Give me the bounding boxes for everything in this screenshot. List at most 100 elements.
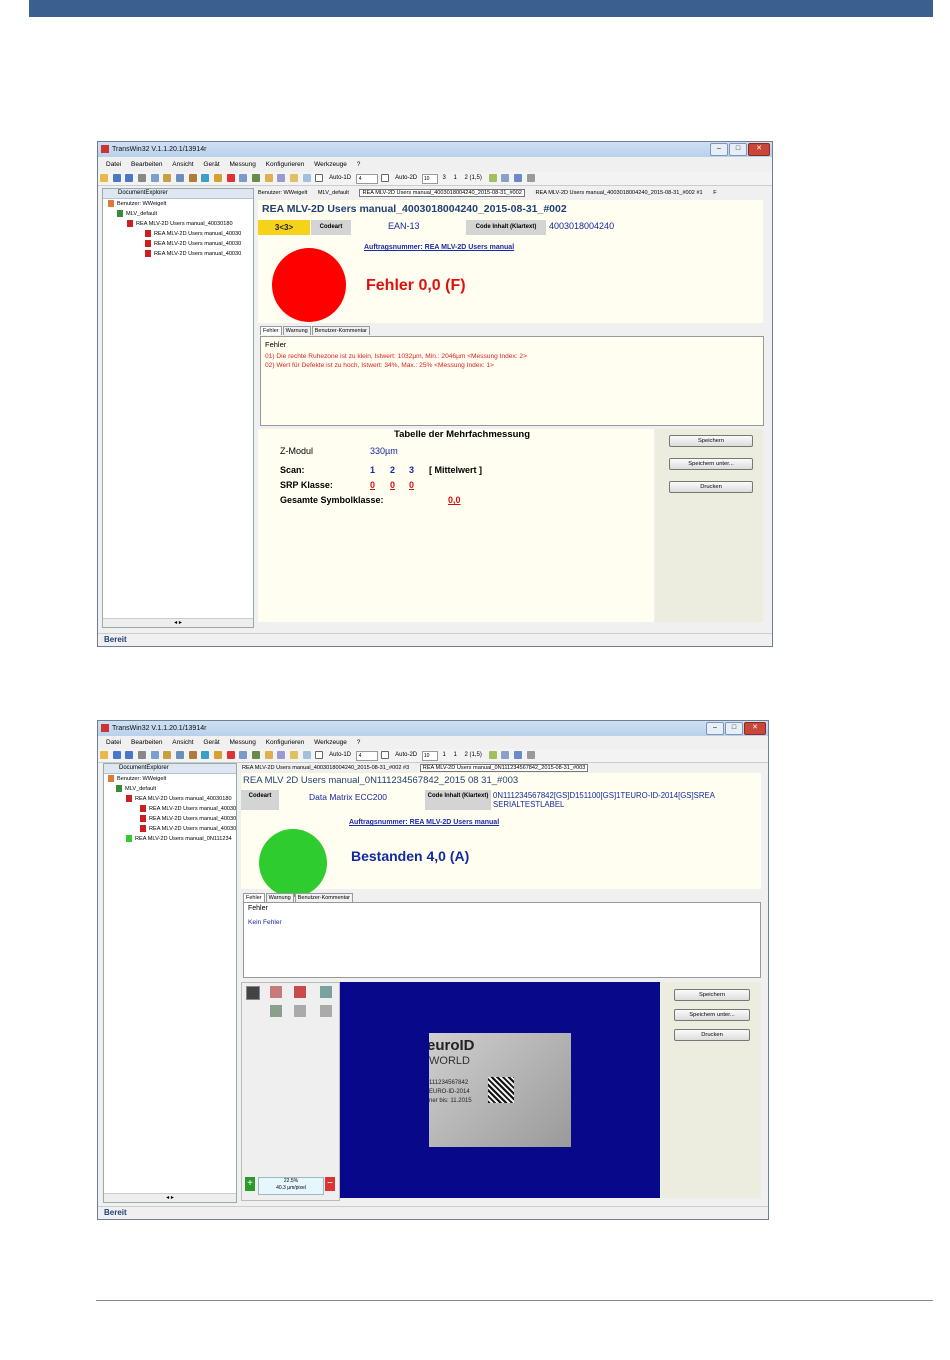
config-icon[interactable] (214, 174, 223, 182)
aperture-select[interactable]: 2 (1,5) (465, 172, 482, 185)
select-icon[interactable] (270, 1005, 282, 1017)
grid-icon[interactable] (239, 174, 248, 182)
folder-icon[interactable] (264, 751, 273, 759)
drucken-button[interactable]: Drucken (669, 481, 753, 493)
grid-overlay-icon[interactable] (294, 986, 306, 998)
auto1d-select[interactable]: 4 (355, 751, 378, 761)
menu-konfigurieren[interactable]: Konfigurieren (266, 739, 305, 746)
save-all-icon[interactable] (125, 751, 134, 759)
tab-document-1[interactable]: REA MLV-2D Users manual_4003018004240_20… (535, 190, 702, 196)
layout-icon[interactable] (501, 751, 510, 759)
auto2d-checkbox[interactable] (381, 174, 390, 182)
rotate-icon[interactable] (320, 986, 332, 998)
wand-icon[interactable] (290, 174, 299, 182)
measure-icon[interactable] (163, 751, 172, 759)
drucken-button[interactable]: Drucken (674, 1029, 750, 1041)
auto2d-checkbox[interactable] (381, 751, 390, 759)
settings-icon[interactable] (526, 751, 535, 759)
menu-messung[interactable]: Messung (229, 161, 255, 168)
menu-messung[interactable]: Messung (229, 739, 255, 746)
grid-icon[interactable] (239, 751, 248, 759)
tree-node-measurement[interactable]: REA MLV-2D Users manual_40030 (104, 814, 236, 824)
tree-node-measurement[interactable]: REA MLV-2D Users manual_40030 (103, 239, 253, 249)
menu-datei[interactable]: Datei (106, 739, 121, 746)
menu-bearbeiten[interactable]: Bearbeiten (131, 739, 162, 746)
maximize-button[interactable]: □ (729, 143, 747, 156)
tree-node-user[interactable]: Benutzer: WWeigelt (104, 774, 236, 784)
print-icon[interactable] (138, 174, 147, 182)
fit-icon[interactable] (246, 986, 260, 1000)
stop-icon[interactable] (226, 174, 235, 182)
value-field-a[interactable]: 3 (442, 172, 445, 185)
auto1d-checkbox[interactable] (315, 751, 324, 759)
tool-icon[interactable] (277, 751, 286, 759)
zoom-in-button[interactable]: + (245, 1177, 255, 1191)
speichern-unter-button[interactable]: Speichern unter... (674, 1009, 750, 1021)
scan-count-spinner[interactable]: 10 (421, 751, 438, 761)
tab-profile[interactable]: MLV_default (318, 190, 349, 196)
folder-icon[interactable] (264, 174, 273, 182)
menu-ansicht[interactable]: Ansicht (172, 161, 193, 168)
explorer-scrollbar[interactable]: ◂ ▸ (103, 618, 253, 627)
chart-icon[interactable] (302, 174, 311, 182)
tab-document-active[interactable]: REA MLV-2D Users manual_0N111234567842_2… (419, 764, 589, 772)
zoom-icon[interactable] (150, 174, 159, 182)
order-number-link[interactable]: Auftragsnummer: REA MLV-2D Users manual (364, 244, 514, 251)
tab-benutzer-kommentar[interactable]: Benutzer-Kommentar (294, 893, 353, 902)
speichern-unter-button[interactable]: Speichern unter... (669, 458, 753, 470)
menu-werkzeuge[interactable]: Werkzeuge (314, 739, 347, 746)
report-icon[interactable] (176, 751, 185, 759)
chart-icon[interactable] (302, 751, 311, 759)
auto1d-select[interactable]: 4 (355, 174, 378, 184)
tab-fehler[interactable]: Fehler (260, 326, 282, 335)
tree-node-measurement[interactable]: REA MLV-2D Users manual_40030 (104, 804, 236, 814)
maximize-button[interactable]: □ (725, 722, 743, 735)
tree-node-measurement[interactable]: REA MLV-2D Users manual_40030 (103, 229, 253, 239)
tab-document-previous[interactable]: REA MLV-2D Users manual_4003018004240_20… (242, 765, 409, 771)
speichern-button[interactable]: Speichern (669, 435, 753, 447)
export-icon[interactable] (188, 174, 197, 182)
export-icon[interactable] (188, 751, 197, 759)
stop-icon[interactable] (226, 751, 235, 759)
save-all-icon[interactable] (125, 174, 134, 182)
srp-value-1[interactable]: 0 (370, 480, 375, 490)
tab-document-active[interactable]: REA MLV-2D Users manual_4003018004240_20… (359, 189, 525, 197)
menu-datei[interactable]: Datei (106, 161, 121, 168)
auto1d-checkbox[interactable] (315, 174, 324, 182)
menu-geraet[interactable]: Gerät (203, 739, 219, 746)
menu-help[interactable]: ? (357, 739, 361, 746)
value-field-b[interactable]: 1 (454, 749, 457, 762)
window-icon[interactable] (513, 751, 522, 759)
tab-warnung[interactable]: Warnung (282, 326, 311, 335)
settings-icon[interactable] (526, 174, 535, 182)
check-icon[interactable] (488, 174, 497, 182)
order-number-link[interactable]: Auftragsnummer: REA MLV-2D Users manual (349, 819, 499, 826)
user-icon[interactable] (252, 751, 261, 759)
gesamt-value[interactable]: 0,0 (448, 495, 461, 505)
tab-benutzer-kommentar[interactable]: Benutzer-Kommentar (311, 326, 370, 335)
value-field-a[interactable]: 1 (442, 749, 445, 762)
save-icon[interactable] (112, 751, 121, 759)
device-icon[interactable] (201, 174, 210, 182)
aperture-select[interactable]: 2 (1,5) (465, 749, 482, 762)
tab-fehler[interactable]: Fehler (243, 893, 265, 902)
zoom-out-button[interactable]: − (325, 1177, 335, 1191)
tree-node-document[interactable]: REA MLV-2D Users manual_40030180 (103, 219, 253, 229)
tree-node-user[interactable]: Benutzer: WWeigelt (103, 199, 253, 209)
close-button[interactable]: ✕ (748, 143, 770, 156)
tree-node-profile[interactable]: MLV_default (103, 209, 253, 219)
open-folder-icon[interactable] (100, 751, 108, 759)
user-icon[interactable] (252, 174, 261, 182)
zoom-icon[interactable] (150, 751, 159, 759)
tree-node-profile[interactable]: MLV_default (104, 784, 236, 794)
menu-bearbeiten[interactable]: Bearbeiten (131, 161, 162, 168)
open-folder-icon[interactable] (100, 174, 108, 182)
explorer-scrollbar[interactable]: ◂ ▸ (104, 1193, 236, 1202)
check-icon[interactable] (488, 751, 497, 759)
move-icon[interactable] (294, 1005, 306, 1017)
layout-icon[interactable] (501, 174, 510, 182)
print-icon[interactable] (138, 751, 147, 759)
menu-werkzeuge[interactable]: Werkzeuge (314, 161, 347, 168)
tab-warnung[interactable]: Warnung (265, 893, 294, 902)
config-icon[interactable] (214, 751, 223, 759)
